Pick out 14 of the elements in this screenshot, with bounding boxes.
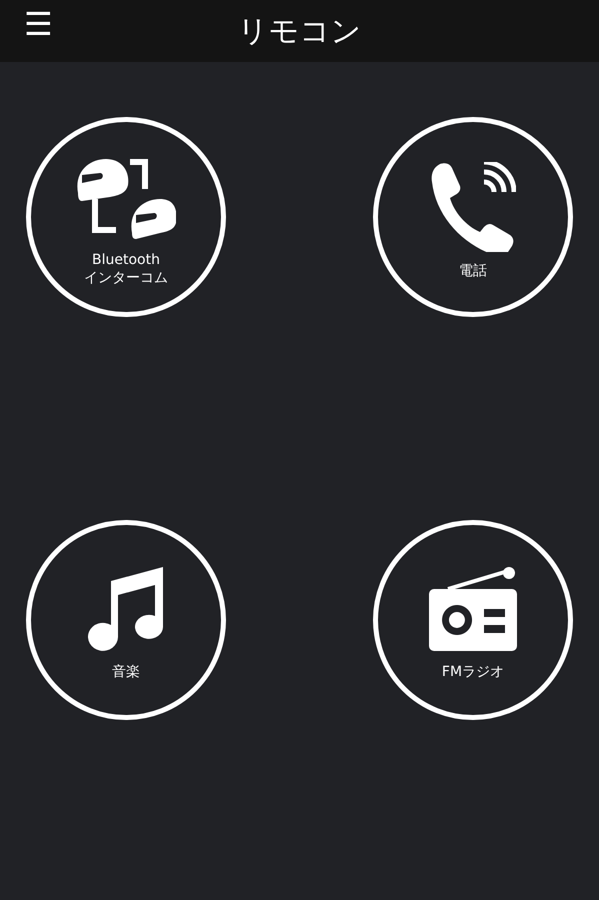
mode-label: Bluetooth (92, 251, 160, 269)
radio-icon (428, 567, 518, 653)
music-note-icon (87, 567, 165, 653)
menu-button[interactable]: ☰ (24, 8, 53, 40)
remote-mode-button[interactable]: 電話 (373, 117, 573, 317)
mode-label: 電話 (459, 262, 487, 280)
remote-mode-button[interactable]: FMラジオ (373, 520, 573, 720)
remote-mode-button[interactable]: 音楽 (26, 520, 226, 720)
mode-label: FMラジオ (442, 663, 504, 681)
remote-mode-button[interactable]: Bluetooth インターコム (26, 117, 226, 317)
phone-icon (430, 162, 516, 252)
mode-label: インターコム (84, 269, 168, 287)
screen-title: リモコン (238, 12, 362, 50)
mode-label: 音楽 (112, 663, 140, 681)
